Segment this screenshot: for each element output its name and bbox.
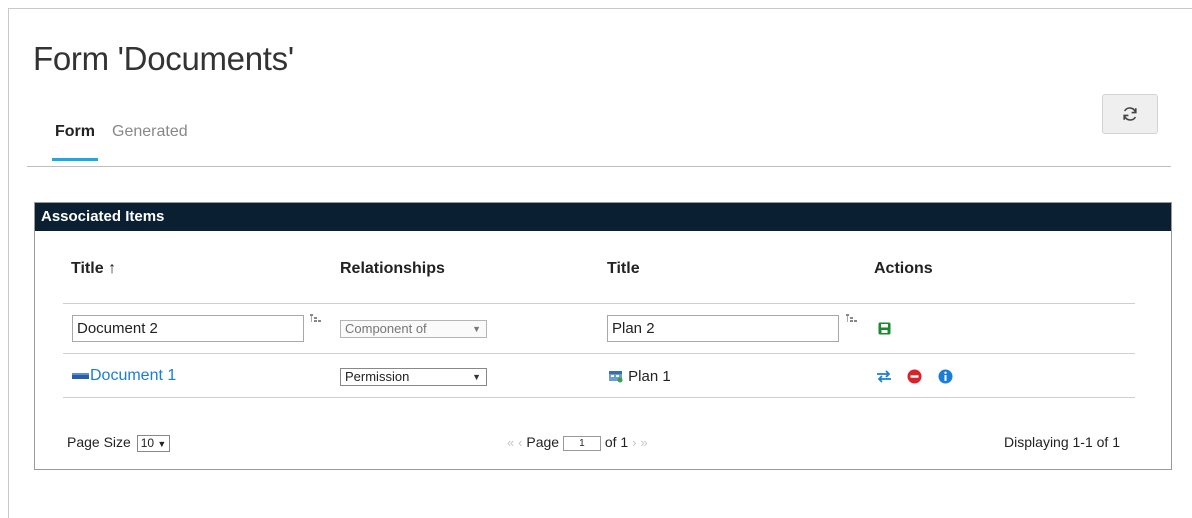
tab-bar: Form Generated <box>52 123 189 161</box>
swap-icon[interactable] <box>876 370 892 383</box>
info-icon[interactable] <box>938 369 953 384</box>
plan-cell: Plan 1 <box>608 368 671 385</box>
page-size-label: Page Size <box>67 434 131 450</box>
column-title-right[interactable]: Title <box>607 260 640 278</box>
tab-divider <box>27 166 1171 167</box>
prev-page-icon[interactable]: ‹ <box>518 435 522 450</box>
page-title: Form 'Documents' <box>33 40 294 77</box>
last-page-icon[interactable]: » <box>640 435 647 450</box>
right-item-input[interactable] <box>607 315 839 342</box>
page-number-input[interactable]: 1 <box>562 435 601 451</box>
sort-asc-icon: ↑ <box>108 260 117 277</box>
save-icon[interactable] <box>878 322 891 335</box>
refresh-button[interactable] <box>1102 94 1158 134</box>
panel-header: Associated Items <box>35 203 1171 231</box>
relationship-select[interactable]: Permission ▼ <box>340 368 487 386</box>
left-item-input[interactable] <box>72 315 304 342</box>
document-icon <box>72 372 89 379</box>
column-title-left-label: Title <box>71 260 104 277</box>
next-page-icon[interactable]: › <box>632 435 636 450</box>
page-count: of 1 <box>604 434 629 450</box>
column-title-left[interactable]: Title ↑ <box>71 260 116 278</box>
page-label: Page <box>526 434 560 450</box>
dropdown-arrow-icon: ▼ <box>472 324 481 334</box>
row-rule <box>63 353 1135 354</box>
plan-icon <box>609 371 623 383</box>
relationship-select-new-value: Component of <box>345 321 427 336</box>
page-size-select[interactable]: 10 ▼ <box>136 435 171 452</box>
plan-label: Plan 1 <box>628 368 671 385</box>
dropdown-arrow-icon: ▼ <box>472 372 481 382</box>
first-page-icon[interactable]: « <box>507 435 514 450</box>
header-rule <box>63 303 1135 304</box>
table-row: Document 1 <box>72 367 176 385</box>
remove-icon[interactable] <box>907 369 922 384</box>
displaying-count: Displaying 1-1 of 1 <box>1004 434 1120 450</box>
tree-picker-icon[interactable] <box>845 313 859 325</box>
document-link[interactable]: Document 1 <box>90 367 176 384</box>
row-rule <box>63 397 1135 398</box>
tree-picker-icon[interactable] <box>309 313 323 325</box>
relationship-select-new[interactable]: Component of ▼ <box>340 320 487 338</box>
tab-form[interactable]: Form <box>52 123 98 161</box>
refresh-icon <box>1123 107 1137 121</box>
relationship-select-value: Permission <box>345 369 410 384</box>
associated-items-panel: Associated Items Title ↑ Relationships T… <box>34 202 1172 470</box>
page-size-value: 10 <box>140 436 155 450</box>
tab-generated[interactable]: Generated <box>111 123 189 161</box>
page-size-control: Page Size 10 ▼ <box>67 434 171 452</box>
dropdown-arrow-icon: ▼ <box>157 439 167 449</box>
column-relationships[interactable]: Relationships <box>340 260 445 278</box>
page-navigation: « ‹ Page 1 of 1 › » <box>507 434 648 451</box>
column-actions: Actions <box>874 260 933 277</box>
